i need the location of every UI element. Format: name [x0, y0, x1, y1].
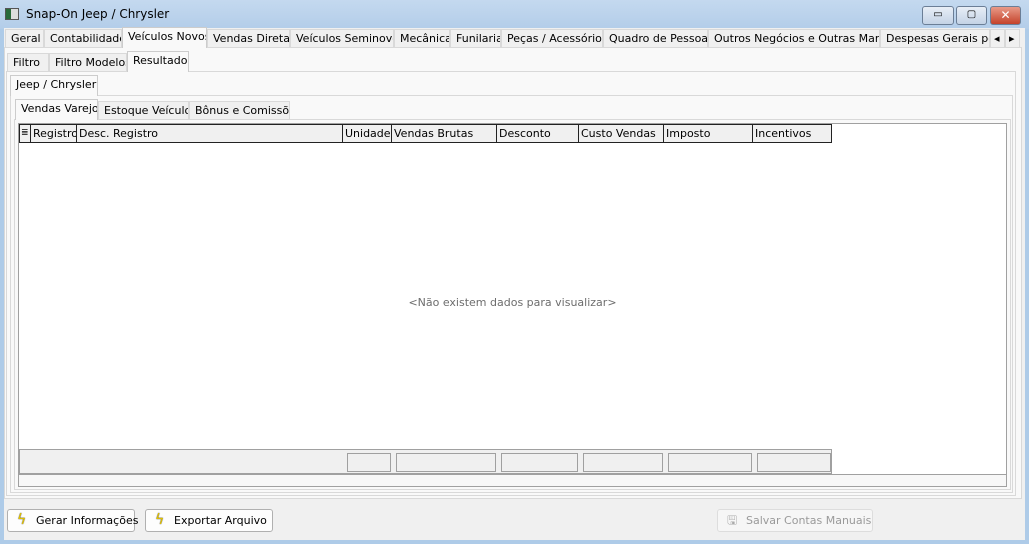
- tab-quadro-de-pessoas[interactable]: Quadro de Pessoas: [603, 29, 708, 47]
- column-chooser-icon[interactable]: ≣: [19, 124, 31, 143]
- footer-summary-cell: [583, 453, 663, 472]
- tab-despesas-gerais-por-i[interactable]: Despesas Gerais por I: [880, 29, 990, 47]
- lightning-icon: ϟ: [155, 512, 165, 528]
- column-header[interactable]: Custo Vendas: [579, 124, 664, 143]
- tab-filtro-modelos[interactable]: Filtro Modelos: [49, 53, 127, 71]
- tab-vendas-diretas[interactable]: Vendas Diretas: [207, 29, 290, 47]
- grid-header: ≣ Registro Desc. Registro Unidades Vendas B…: [19, 124, 832, 143]
- tab-scroll-left-button[interactable]: ◂: [990, 29, 1005, 47]
- exportar-arquivo-button[interactable]: ϟ Exportar Arquivo: [145, 509, 273, 532]
- title-bar: Snap-On Jeep / Chrysler ▭ ▢ ✕: [0, 0, 1029, 29]
- button-label: Salvar Contas Manuais: [746, 514, 872, 527]
- tab-jeep-chrysler[interactable]: Jeep / Chrysler: [10, 75, 98, 96]
- save-icon: 🖫: [727, 513, 738, 527]
- empty-grid-message: <Não existem dados para visualizar>: [408, 296, 617, 309]
- column-header[interactable]: Vendas Brutas: [392, 124, 497, 143]
- column-header[interactable]: Imposto: [664, 124, 753, 143]
- tab-filtro[interactable]: Filtro: [7, 53, 49, 71]
- column-header[interactable]: Unidades: [343, 124, 392, 143]
- tab-outros-neg-cios-e-outras-marcas[interactable]: Outros Negócios e Outras Marcas: [708, 29, 880, 47]
- tab-contabilidade[interactable]: Contabilidade: [44, 29, 122, 47]
- tab-vendas-varejo[interactable]: Vendas Varejo: [15, 99, 98, 120]
- footer-summary-cell: [668, 453, 752, 472]
- window-title: Snap-On Jeep / Chrysler: [26, 7, 170, 21]
- footer-summary-cell: [501, 453, 578, 472]
- maximize-button[interactable]: ▢: [956, 6, 987, 25]
- footer-summary-cell: [396, 453, 496, 472]
- tab-resultado[interactable]: Resultado: [127, 51, 189, 72]
- tab-geral[interactable]: Geral: [5, 29, 44, 47]
- data-grid[interactable]: ≣ Registro Desc. Registro Unidades Vendas B…: [18, 123, 1007, 487]
- gerar-informacoes-button[interactable]: ϟ Gerar Informações: [7, 509, 139, 532]
- column-header[interactable]: Incentivos: [753, 124, 832, 143]
- column-header[interactable]: Desconto: [497, 124, 579, 143]
- minimize-button[interactable]: ▭: [922, 6, 954, 25]
- tab-scroll-right-button[interactable]: ▸: [1005, 29, 1020, 47]
- salvar-contas-manuais-button[interactable]: 🖫 Salvar Contas Manuais: [717, 509, 873, 532]
- footer-summary-cell: [757, 453, 831, 472]
- lightning-icon: ϟ: [17, 512, 27, 528]
- grid-footer: [19, 449, 832, 474]
- footer-summary-cell: [347, 453, 391, 472]
- tab-mec-nica[interactable]: Mecânica: [394, 29, 450, 47]
- app-icon: [5, 8, 19, 20]
- tab-ve-culos-seminovos[interactable]: Veículos Seminovos: [290, 29, 394, 47]
- grid-horizontal-scrollbar[interactable]: [19, 474, 1006, 486]
- button-label: Gerar Informações: [36, 514, 139, 527]
- tab-b-nus-e-comiss-es[interactable]: Bônus e Comissões: [189, 101, 290, 119]
- tab-pe-as-acess-rios[interactable]: Peças / Acessórios: [501, 29, 603, 47]
- column-header[interactable]: Registro: [31, 124, 77, 143]
- tab-funilaria[interactable]: Funilaria: [450, 29, 501, 47]
- tab-estoque-ve-culos[interactable]: Estoque Veículos: [98, 101, 189, 119]
- button-label: Exportar Arquivo: [174, 514, 267, 527]
- tab-ve-culos-novos[interactable]: Veículos Novos: [122, 27, 207, 48]
- close-button[interactable]: ✕: [990, 6, 1021, 25]
- column-header[interactable]: Desc. Registro: [77, 124, 343, 143]
